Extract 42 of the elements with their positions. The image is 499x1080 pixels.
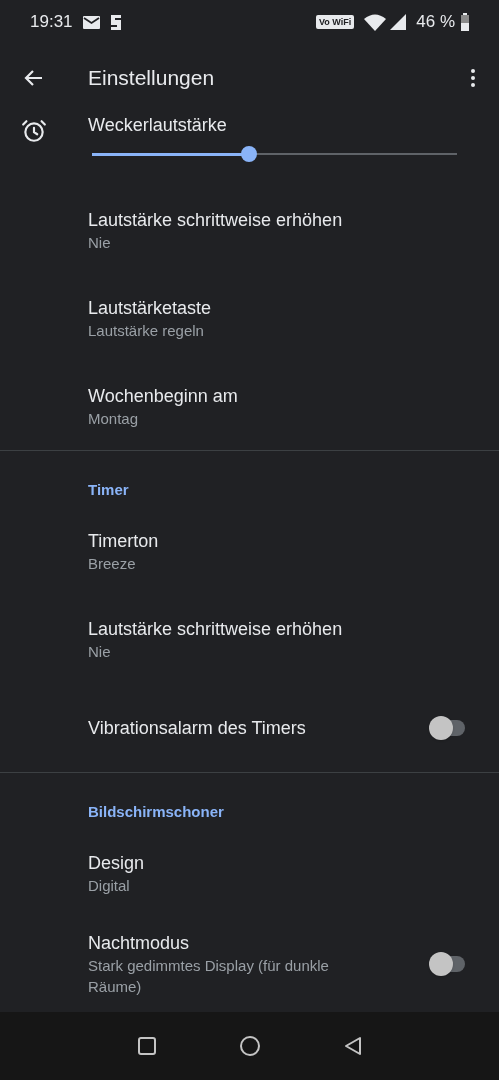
item-title: Nachtmodus (88, 932, 191, 955)
toggle-switch[interactable] (429, 715, 467, 740)
back-nav-button[interactable] (342, 1036, 363, 1056)
wifi-icon (364, 13, 387, 31)
item-subtitle: Montag (88, 408, 140, 429)
item-title: Lautstärke schrittweise erhöhen (88, 618, 344, 641)
item-subtitle: Stark gedimmtes Display (für dunkle Räume) (88, 956, 330, 997)
recents-button[interactable] (136, 1036, 157, 1056)
item-title: Wochenbeginn am (88, 384, 239, 408)
item-title: Timerton (88, 530, 160, 553)
item-title: Weckerlautstärke (88, 114, 228, 136)
item-subtitle: Nie (88, 642, 112, 662)
item-title: Lautstärke schrittweise erhöhen (88, 208, 344, 232)
settings-item[interactable]: Design Digital (0, 829, 499, 917)
settings-item[interactable]: Lautstärke schrittweise erhöhen Nie (0, 186, 499, 274)
settings-item[interactable]: Lautstärketaste Lautstärke regeln (0, 274, 499, 362)
battery-percent: 46 % (416, 11, 455, 34)
item-subtitle: Lautstärke regeln (88, 320, 205, 341)
alarm-clock-icon (21, 118, 47, 144)
settings-item[interactable]: Wochenbeginn am Montag (0, 362, 499, 450)
app-bar-title: Einstellungen (88, 65, 216, 92)
volume-slider[interactable] (92, 144, 457, 164)
settings-item[interactable]: Lautstärke schrittweise erhöhen Nie (0, 595, 499, 684)
item-subtitle: Breeze (88, 554, 137, 574)
settings-item[interactable]: Timerton Breeze (0, 507, 499, 596)
battery-icon (461, 13, 469, 31)
section-header: Bildschirmschoner (87, 801, 225, 822)
settings-item[interactable]: Vibrationsalarm des Timers (0, 683, 499, 772)
wifi-calling-badge: Vo WiFi (316, 15, 355, 29)
signal-icon (390, 14, 407, 30)
item-title: Design (88, 851, 146, 875)
app-notification-icon (109, 13, 122, 31)
item-subtitle: Nie (88, 232, 112, 253)
item-title: Lautstärketaste (88, 296, 213, 320)
status-time: 19:31 (30, 11, 73, 34)
home-button[interactable] (238, 1035, 261, 1057)
section-header: Timer (87, 480, 130, 500)
toggle-switch[interactable] (429, 952, 467, 976)
settings-item[interactable]: Nachtmodus Stark gedimmtes Display (für dunkle Räume) (0, 917, 499, 1011)
item-subtitle: Digital (88, 875, 131, 896)
mail-icon (82, 15, 100, 29)
item-title: Vibrationsalarm des Timers (88, 716, 307, 740)
